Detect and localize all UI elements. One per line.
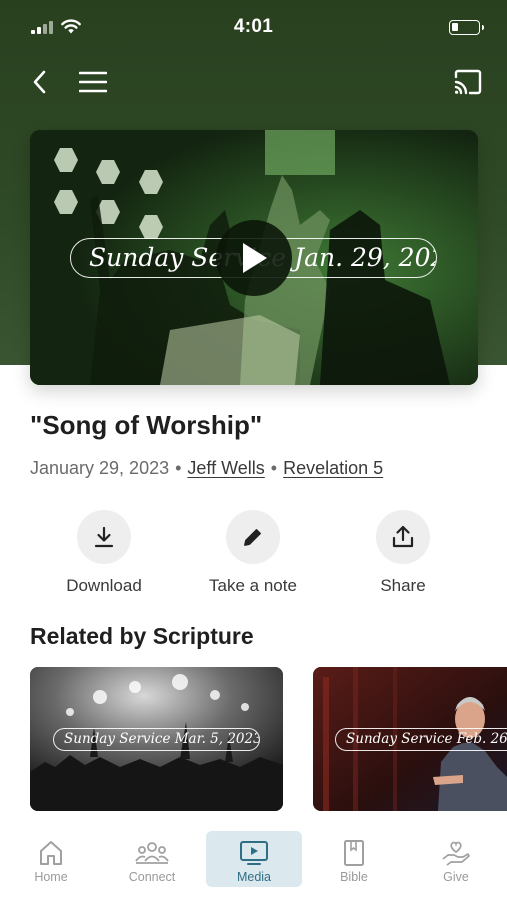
- video-player[interactable]: Sunday Service Jan. 29, 2023: [30, 130, 478, 385]
- cast-icon: [454, 69, 482, 95]
- play-icon: [243, 243, 267, 273]
- bible-icon: [344, 840, 364, 866]
- download-label: Download: [66, 576, 142, 595]
- menu-button[interactable]: [75, 64, 111, 100]
- sermon-actions: Download Take a note Share: [0, 510, 507, 600]
- sermon-date: January 29, 2023: [30, 458, 170, 478]
- tab-bible[interactable]: Bible: [306, 831, 402, 887]
- pencil-icon: [244, 529, 261, 546]
- speaker-link[interactable]: Jeff Wells: [187, 458, 264, 478]
- meta-separator: •: [175, 458, 182, 478]
- related-sermon-card[interactable]: Sunday Service Mar. 5, 2023: [30, 667, 283, 811]
- tab-connect[interactable]: Connect: [104, 831, 200, 887]
- card-title-overlay: Sunday Service Mar. 5, 2023: [53, 728, 260, 751]
- download-icon: [94, 526, 114, 548]
- related-section-title: Related by Scripture: [30, 623, 254, 649]
- take-note-button[interactable]: Take a note: [188, 510, 318, 596]
- cast-button[interactable]: [450, 64, 486, 100]
- tab-connect-label: Connect: [128, 870, 176, 884]
- tab-media[interactable]: Media: [206, 831, 302, 887]
- tab-give-label: Give: [443, 870, 469, 884]
- take-note-label: Take a note: [209, 576, 297, 595]
- pencil-icon-circle: [226, 510, 280, 564]
- sermon-meta: January 29, 2023 • Jeff Wells • Revelation 5: [30, 458, 383, 479]
- tab-media-label: Media: [236, 870, 272, 884]
- bottom-tab-bar: Home Connect Media Bible Give: [0, 825, 507, 900]
- card-title-overlay: Sunday Service Feb. 26, 2023: [335, 728, 507, 751]
- tab-home[interactable]: Home: [3, 831, 99, 887]
- back-button[interactable]: [22, 64, 58, 100]
- sermon-title: "Song of Worship": [30, 410, 263, 440]
- share-button[interactable]: Share: [338, 510, 468, 596]
- download-icon-circle: [77, 510, 131, 564]
- status-time: 4:01: [233, 16, 274, 37]
- give-hand-heart-icon: [442, 841, 470, 866]
- chevron-left-icon: [33, 70, 46, 94]
- tab-give[interactable]: Give: [408, 831, 504, 887]
- share-icon: [392, 525, 414, 548]
- play-button[interactable]: [216, 220, 292, 296]
- people-icon: [135, 842, 169, 864]
- meta-separator: •: [270, 458, 278, 478]
- download-button[interactable]: Download: [39, 510, 169, 596]
- media-screen-icon: [240, 841, 268, 865]
- status-bar: 4:01: [0, 0, 507, 56]
- related-sermon-card[interactable]: Sunday Service Feb. 26, 2023: [313, 667, 507, 811]
- tab-home-label: Home: [34, 870, 68, 884]
- top-nav-bar: [0, 60, 507, 104]
- scripture-link[interactable]: Revelation 5: [283, 458, 383, 478]
- tab-bible-label: Bible: [340, 870, 368, 884]
- home-icon: [40, 841, 62, 865]
- share-icon-circle: [376, 510, 430, 564]
- hamburger-menu-icon: [79, 71, 107, 93]
- battery-icon: [449, 20, 484, 35]
- share-label: Share: [380, 576, 426, 595]
